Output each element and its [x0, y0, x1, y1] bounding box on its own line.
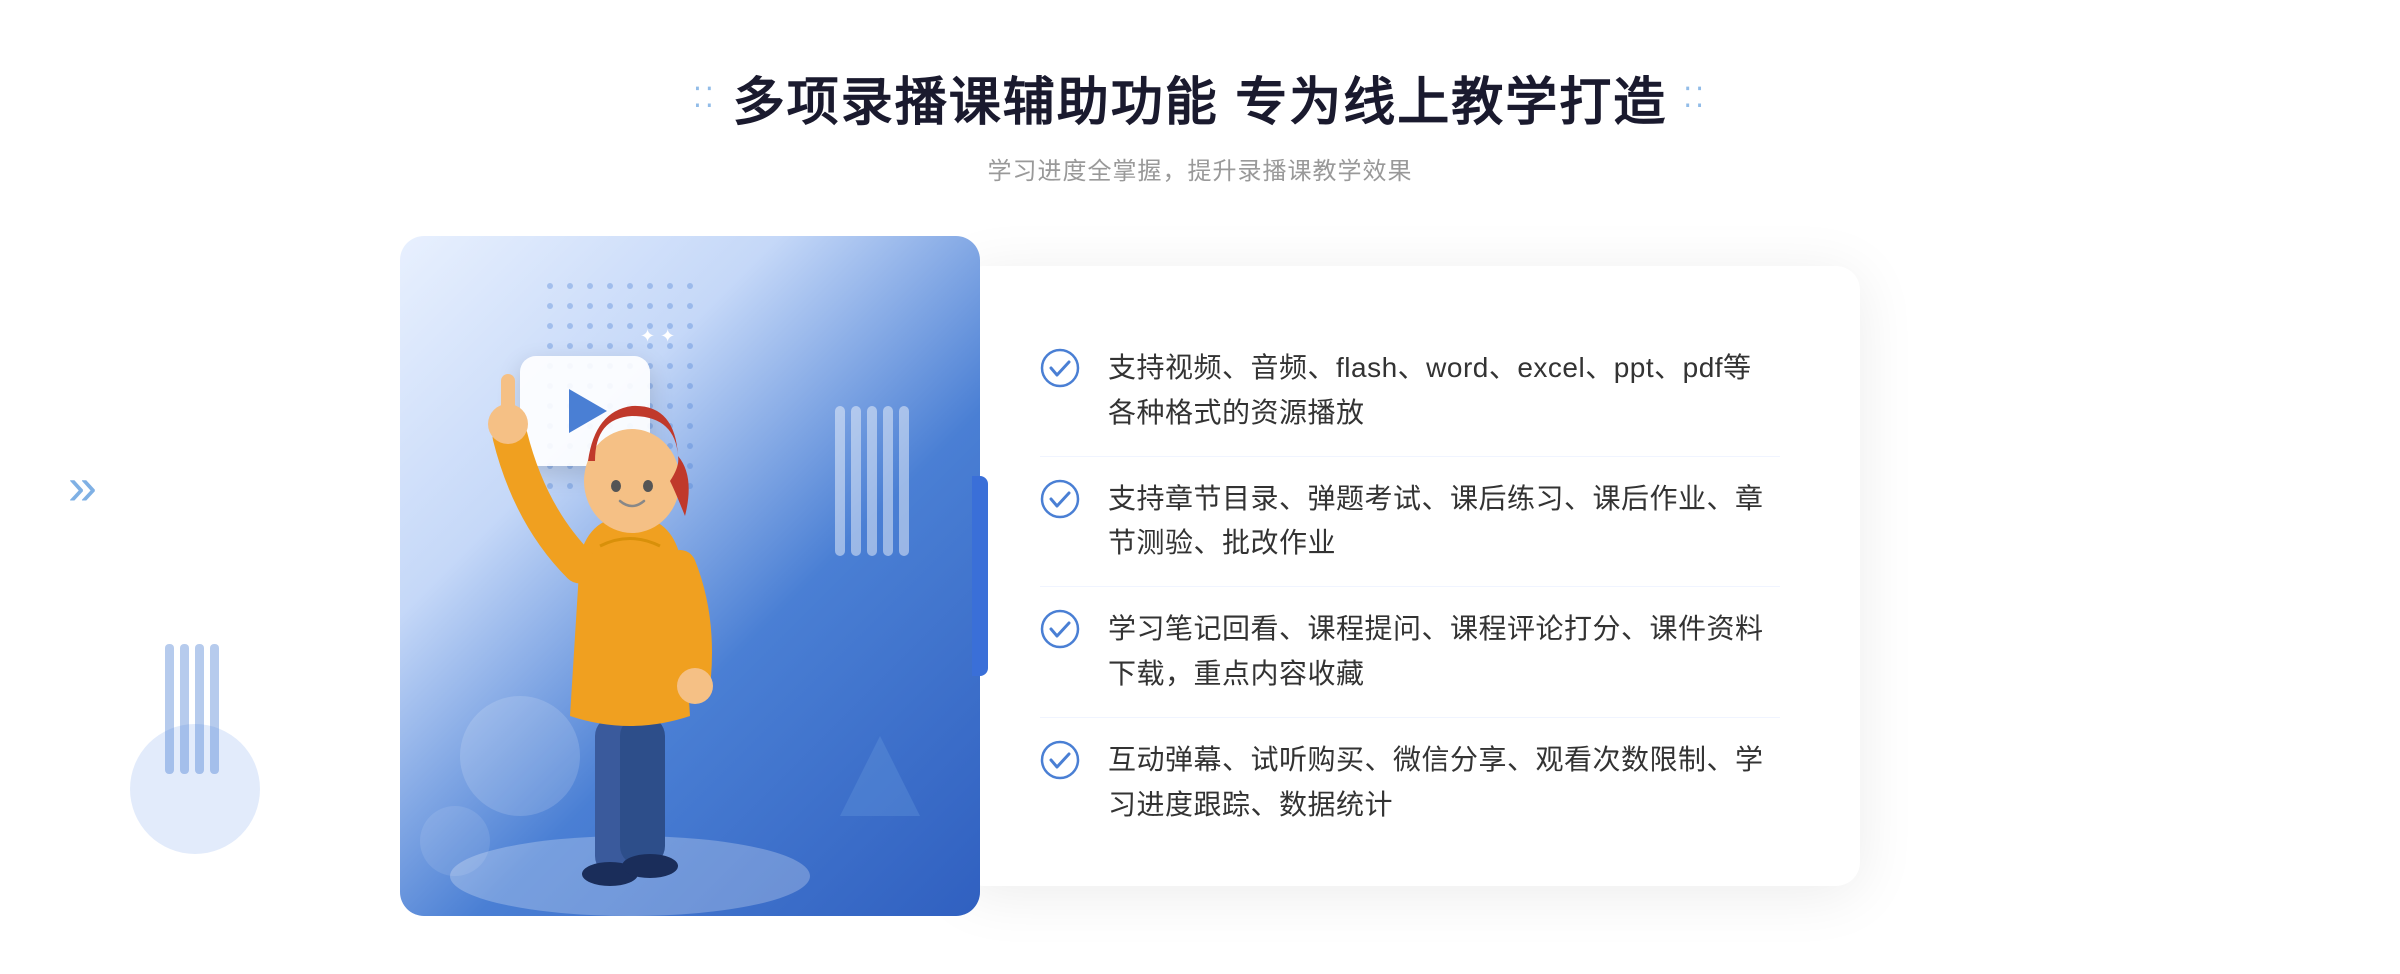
feature-item-2: 支持章节目录、弹题考试、课后练习、课后作业、章节测验、批改作业 — [1040, 457, 1780, 588]
features-list: 支持视频、音频、flash、word、excel、ppt、pdf等各种格式的资源… — [1040, 326, 1780, 847]
check-icon-3 — [1040, 609, 1080, 649]
page-subtitle: 学习进度全掌握，提升录播课教学效果 — [693, 151, 1707, 186]
header-title-wrapper: ⁚⁚ 多项录播课辅助功能 专为线上教学打造 ⁚⁚ — [693, 60, 1707, 135]
illustration-card: ✦ ✦ — [400, 236, 980, 916]
feature-item-1: 支持视频、音频、flash、word、excel、ppt、pdf等各种格式的资源… — [1040, 326, 1780, 457]
bg-stripes-left — [165, 644, 235, 774]
feature-text-4: 互动弹幕、试听购买、微信分享、观看次数限制、学习进度跟踪、数据统计 — [1108, 738, 1780, 828]
chevron-left-icon: » — [68, 457, 97, 517]
person-illustration — [410, 316, 850, 916]
title-dots-left: ⁚⁚ — [693, 81, 717, 114]
triangle-decoration — [840, 736, 920, 816]
check-icon-4 — [1040, 740, 1080, 780]
features-card: 支持视频、音频、flash、word、excel、ppt、pdf等各种格式的资源… — [960, 266, 1860, 886]
header-section: ⁚⁚ 多项录播课辅助功能 专为线上教学打造 ⁚⁚ 学习进度全掌握，提升录播课教学… — [693, 60, 1707, 186]
feature-text-1: 支持视频、音频、flash、word、excel、ppt、pdf等各种格式的资源… — [1108, 346, 1780, 436]
page-container: » ⁚⁚ 多项录播课辅助功能 专为线上教学打造 ⁚⁚ 学习进度全掌握，提升录播课… — [0, 0, 2400, 974]
page-title: 多项录播课辅助功能 专为线上教学打造 — [733, 60, 1667, 135]
feature-item-3: 学习笔记回看、课程提问、课程评论打分、课件资料下载，重点内容收藏 — [1040, 587, 1780, 718]
check-icon-2 — [1040, 479, 1080, 519]
main-content: ✦ ✦ — [400, 236, 2000, 916]
title-dots-right: ⁚⁚ — [1683, 81, 1707, 114]
feature-text-3: 学习笔记回看、课程提问、课程评论打分、课件资料下载，重点内容收藏 — [1108, 607, 1780, 697]
feature-item-4: 互动弹幕、试听购买、微信分享、观看次数限制、学习进度跟踪、数据统计 — [1040, 718, 1780, 848]
blue-tab-decoration — [972, 476, 988, 676]
check-icon-1 — [1040, 348, 1080, 388]
feature-text-2: 支持章节目录、弹题考试、课后练习、课后作业、章节测验、批改作业 — [1108, 477, 1780, 567]
